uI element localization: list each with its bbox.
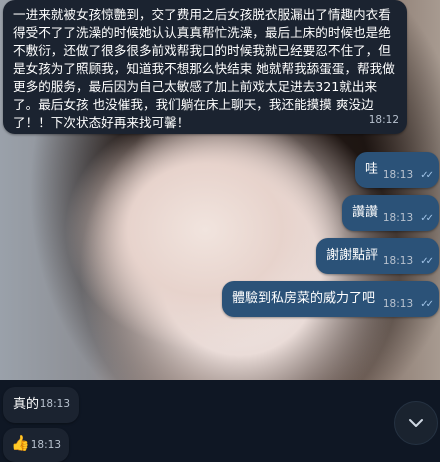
message-text: 👍 xyxy=(11,434,30,452)
chevron-down-icon xyxy=(409,419,423,427)
message-text: 哇 xyxy=(365,162,379,177)
message-text: 讚讚 xyxy=(352,205,379,220)
message-meta: 18:13 ✓✓ xyxy=(382,249,434,268)
incoming-message[interactable]: 一进来就被女孩惊艷到，交了费用之后女孩脱衣服漏出了情趣内衣看得受不了了洗澡的时候… xyxy=(3,0,407,134)
message-time: 18:13 xyxy=(39,398,70,410)
double-check-icon: ✓✓ xyxy=(420,299,434,310)
message-meta: 18:13 ✓✓ xyxy=(382,163,434,182)
outgoing-message[interactable]: 體驗到私房菜的威力了吧 18:13 ✓✓ xyxy=(222,281,439,317)
double-check-icon: ✓✓ xyxy=(420,213,434,224)
message-time: 18:13 xyxy=(30,439,61,451)
message-text: 體驗到私房菜的威力了吧 xyxy=(232,291,376,306)
double-check-icon: ✓✓ xyxy=(420,170,434,181)
message-time: 18:13 xyxy=(382,255,414,267)
outgoing-message[interactable]: 讚讚 18:13 ✓✓ xyxy=(342,195,439,231)
outgoing-message[interactable]: 謝謝點評 18:13 ✓✓ xyxy=(316,238,439,274)
message-text: 真的 xyxy=(13,397,40,412)
message-meta: 18:13 ✓✓ xyxy=(382,206,434,225)
outgoing-message[interactable]: 哇 18:13 ✓✓ xyxy=(355,152,439,188)
message-time: 18:13 xyxy=(382,298,414,310)
message-time: 18:13 xyxy=(382,212,414,224)
incoming-message[interactable]: 真的 18:13 xyxy=(3,387,79,423)
message-text: 一进来就被女孩惊艷到，交了费用之后女孩脱衣服漏出了情趣内衣看得受不了了洗澡的时候… xyxy=(13,7,395,130)
scroll-down-button[interactable] xyxy=(394,401,438,445)
incoming-message[interactable]: 👍 18:13 xyxy=(3,428,69,462)
message-time: 18:12 xyxy=(368,114,399,126)
double-check-icon: ✓✓ xyxy=(420,256,434,267)
message-meta: 18:13 ✓✓ xyxy=(382,292,434,311)
message-time: 18:13 xyxy=(382,169,414,181)
message-text: 謝謝點評 xyxy=(326,248,379,263)
